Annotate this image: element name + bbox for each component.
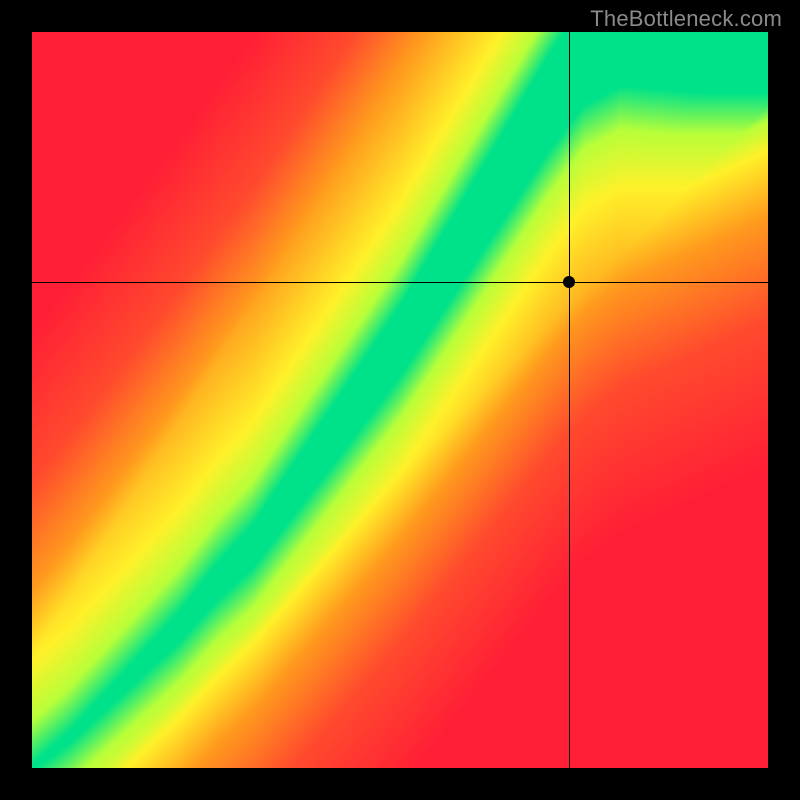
heatmap-canvas [32, 32, 768, 768]
watermark-text: TheBottleneck.com [590, 6, 782, 32]
heatmap-plot [32, 32, 768, 768]
crosshair-horizontal [32, 282, 768, 283]
crosshair-vertical [569, 32, 570, 768]
chart-frame: TheBottleneck.com [0, 0, 800, 800]
selected-point-marker [563, 276, 575, 288]
